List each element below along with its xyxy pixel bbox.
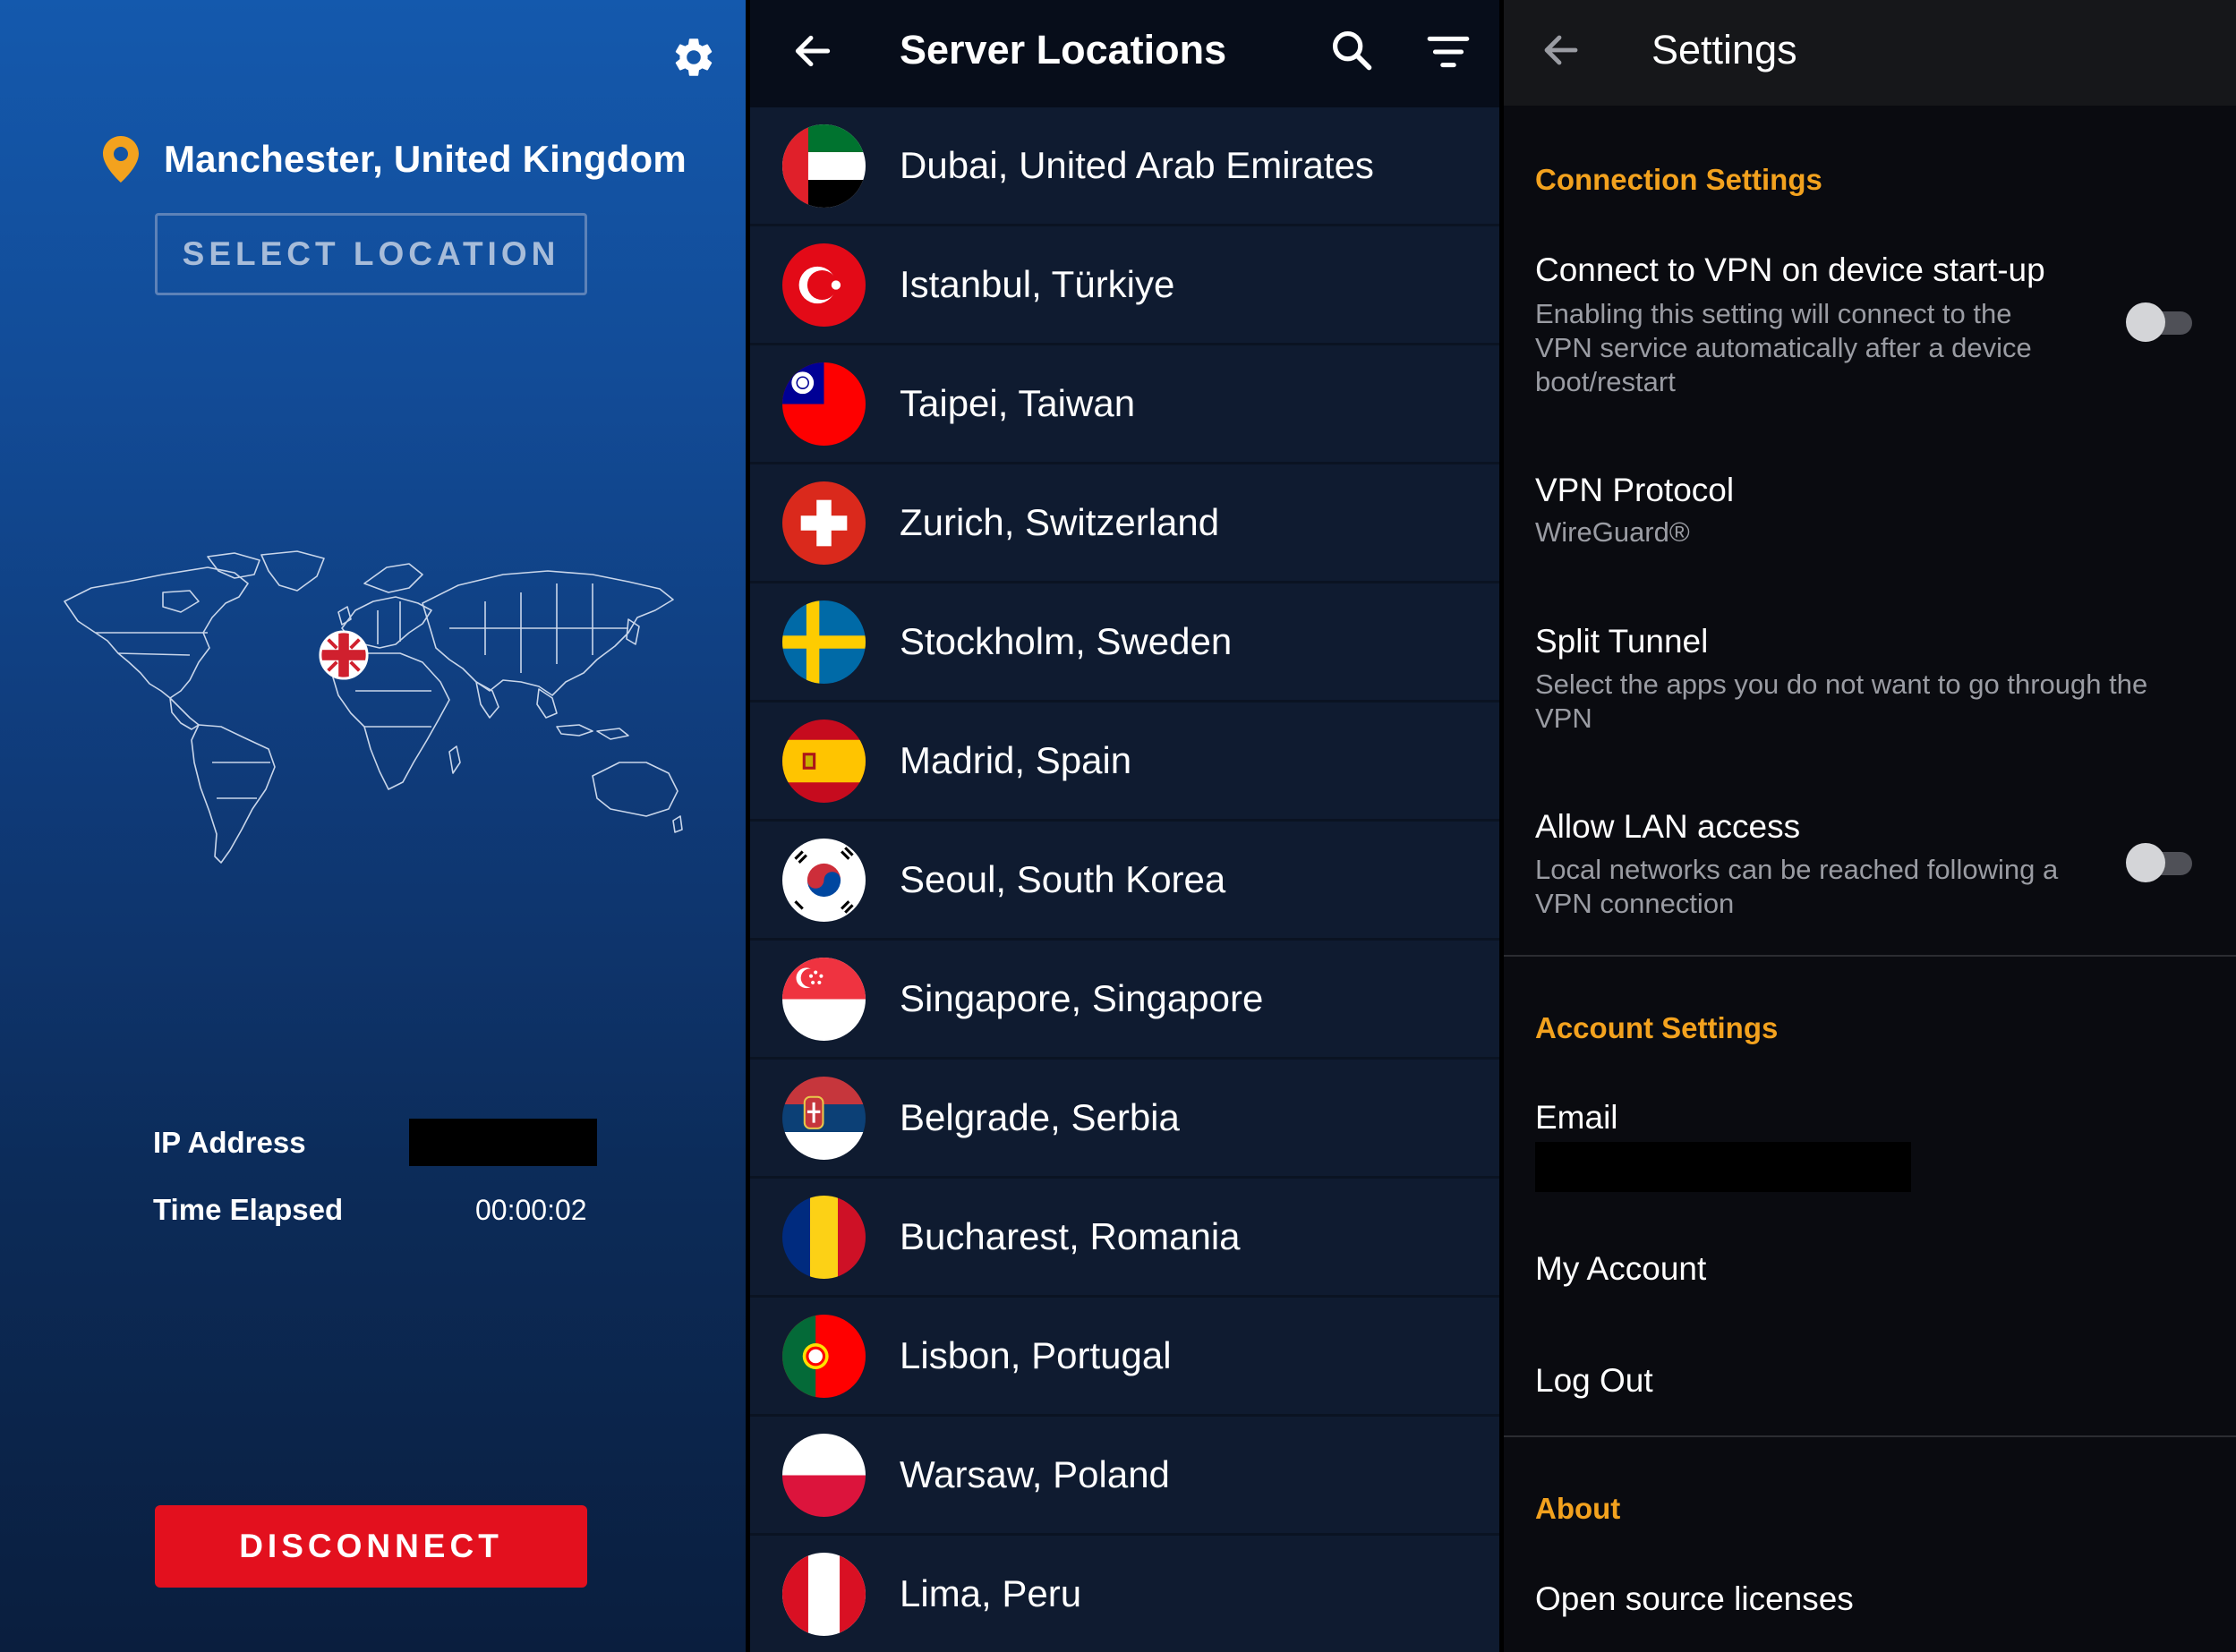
back-arrow-icon[interactable] [790,29,835,73]
taiwan-flag-icon [782,362,866,446]
setting-title: Connect to VPN on device start-up [1535,251,2045,288]
back-arrow-icon[interactable] [1540,29,1583,72]
open-source-licenses-link[interactable]: Open source licenses [1535,1580,1854,1618]
server-name: Taipei, Taiwan [900,382,1136,424]
server-name: Singapore, Singapore [900,977,1264,1019]
server-name: Madrid, Spain [900,739,1132,781]
poland-flag-icon [782,1433,866,1517]
south-korea-flag-icon [782,838,866,922]
account-settings-heading: Account Settings [1535,1011,1779,1044]
server-item-belgrade[interactable]: Belgrade, Serbia [750,1060,1499,1179]
time-elapsed-label: Time Elapsed [153,1193,344,1226]
page-title: Server Locations [900,27,1227,72]
settings-screen: Settings Connection Settings Connect to … [1504,0,2236,1652]
server-list: Dubai, United Arab Emirates Istanbul, Tü… [750,107,1499,1652]
server-name: Lima, Peru [900,1572,1082,1614]
server-name: Zurich, Switzerland [900,501,1220,543]
server-name: Stockholm, Sweden [900,620,1233,662]
ip-address-label: IP Address [153,1126,306,1159]
location-name: Manchester, United Kingdom [164,138,687,180]
uae-flag-icon [782,123,866,208]
log-out-link[interactable]: Log Out [1535,1362,1653,1400]
server-item-bucharest[interactable]: Bucharest, Romania [750,1179,1499,1298]
server-locations-header: Server Locations [750,0,1499,107]
setting-title: Split Tunnel [1535,623,1709,660]
turkey-flag-icon [782,243,866,327]
settings-header: Settings [1504,0,2236,106]
uk-flag-marker-icon [319,630,369,680]
server-item-madrid[interactable]: Madrid, Spain [750,703,1499,822]
server-name: Belgrade, Serbia [900,1096,1180,1138]
setting-description-line: Local networks can be reached following … [1535,854,2059,885]
about-heading: About [1535,1492,1621,1525]
server-name: Istanbul, Türkiye [900,263,1175,305]
search-icon[interactable] [1328,27,1375,73]
spain-flag-icon [782,719,866,803]
server-item-zurich[interactable]: Zurich, Switzerland [750,464,1499,583]
romania-flag-icon [782,1195,866,1279]
server-item-singapore[interactable]: Singapore, Singapore [750,941,1499,1060]
server-name: Bucharest, Romania [900,1215,1241,1257]
email-label: Email [1535,1099,1618,1136]
time-elapsed-value: 00:00:02 [475,1193,587,1226]
server-item-istanbul[interactable]: Istanbul, Türkiye [750,226,1499,345]
sweden-flag-icon [782,600,866,684]
setting-description-line: Enabling this setting will connect to th… [1535,298,2012,329]
server-item-dubai[interactable]: Dubai, United Arab Emirates [750,107,1499,226]
server-item-warsaw[interactable]: Warsaw, Poland [750,1417,1499,1536]
select-location-button[interactable]: SELECT LOCATION [155,213,587,295]
world-map [64,550,683,864]
setting-title: Allow LAN access [1535,808,1801,845]
protocol-value: WireGuard® [1535,516,1690,548]
connection-settings-heading: Connection Settings [1535,163,1822,196]
server-name: Lisbon, Portugal [900,1334,1172,1376]
toggle-knob [2126,843,2165,882]
sort-icon[interactable] [1426,32,1471,72]
peru-flag-icon [782,1552,866,1636]
setting-description-line: VPN connection [1535,888,1735,919]
server-item-stockholm[interactable]: Stockholm, Sweden [750,583,1499,703]
divider [1504,955,2236,957]
server-name: Warsaw, Poland [900,1453,1170,1495]
location-pin-icon [103,136,139,183]
ip-address-redacted [409,1119,597,1166]
divider [1504,1435,2236,1437]
singapore-flag-icon [782,957,866,1041]
server-name: Dubai, United Arab Emirates [900,144,1374,186]
disconnect-button[interactable]: DISCONNECT [155,1505,587,1588]
email-redacted [1535,1142,1911,1192]
portugal-flag-icon [782,1314,866,1398]
server-item-taipei[interactable]: Taipei, Taiwan [750,345,1499,464]
lan-toggle[interactable] [2126,843,2196,882]
server-item-seoul[interactable]: Seoul, South Korea [750,822,1499,941]
gear-icon[interactable] [670,34,717,81]
current-location: Manchester, United Kingdom [103,136,687,183]
server-locations-screen: Server Locations Dubai, United Arab Emir… [750,0,1499,1652]
server-item-lisbon[interactable]: Lisbon, Portugal [750,1298,1499,1417]
home-screen: Manchester, United Kingdom SELECT LOCATI… [0,0,746,1652]
toggle-knob [2126,302,2165,342]
setting-title: VPN Protocol [1535,472,1735,508]
serbia-flag-icon [782,1076,866,1160]
setting-description-line: boot/restart [1535,366,1676,397]
page-title: Settings [1651,27,1797,72]
my-account-link[interactable]: My Account [1535,1250,1706,1288]
time-elapsed-row: Time Elapsed 00:00:02 [153,1193,587,1227]
setting-description-line: VPN [1535,703,1592,734]
ip-address-row: IP Address [153,1126,410,1160]
setting-description-line: VPN service automatically after a device [1535,332,2032,363]
server-name: Seoul, South Korea [900,858,1226,900]
server-item-lima[interactable]: Lima, Peru [750,1536,1499,1652]
switzerland-flag-icon [782,481,866,565]
setting-description-line: Select the apps you do not want to go th… [1535,668,2148,700]
startup-toggle[interactable] [2126,302,2196,342]
